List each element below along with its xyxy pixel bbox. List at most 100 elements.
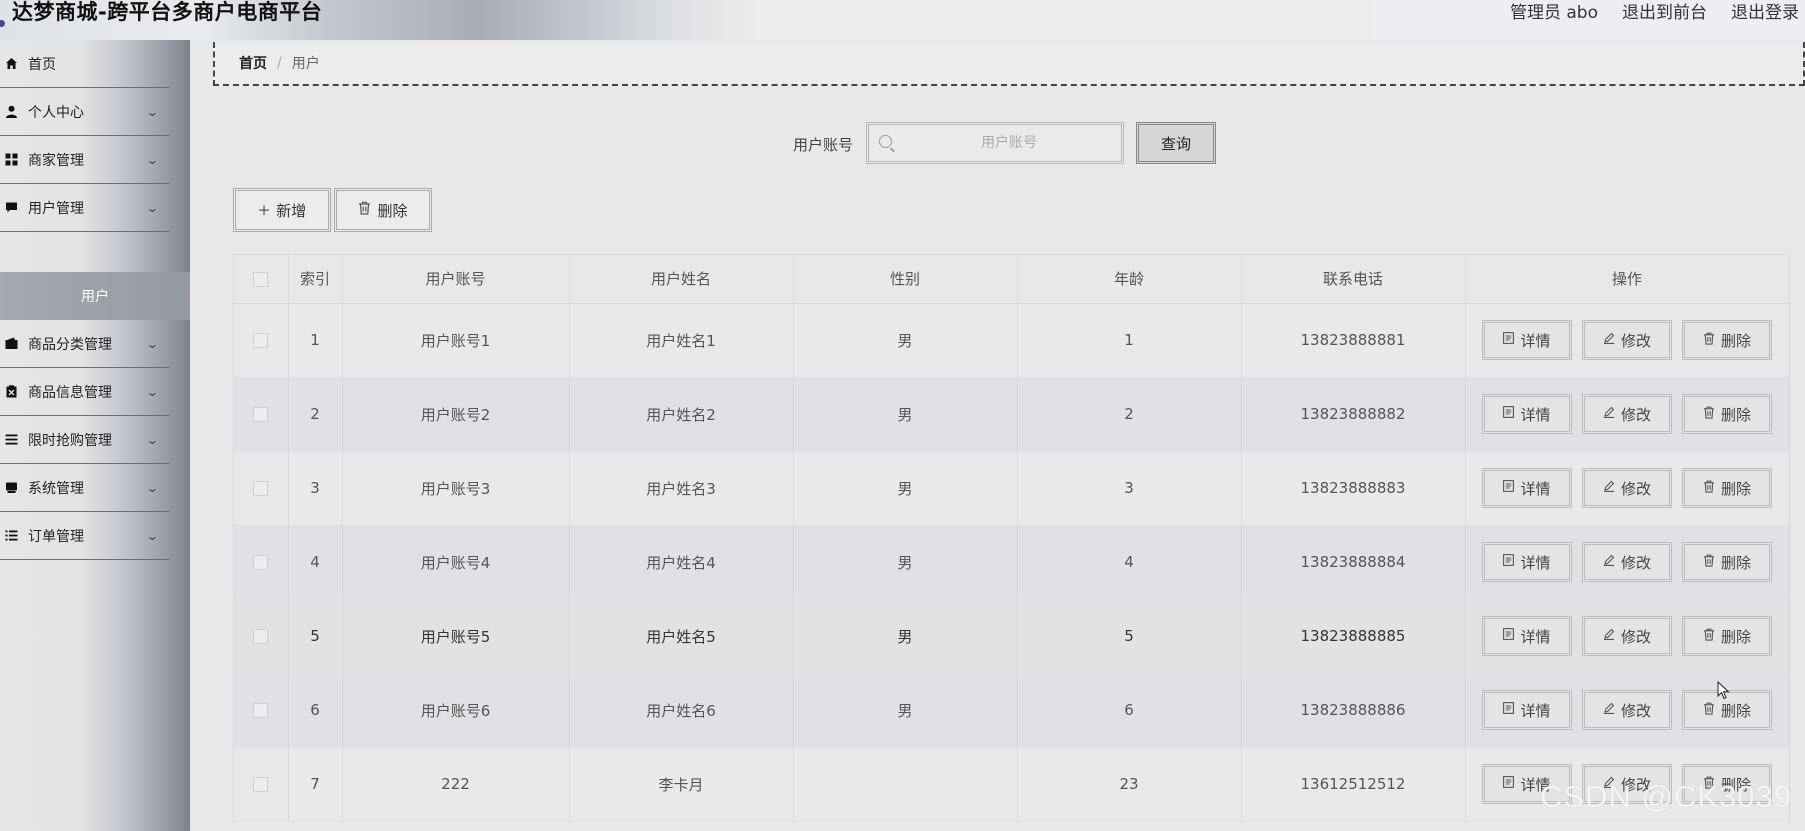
- cell-age: 6: [1017, 673, 1242, 748]
- delete-button[interactable]: 删除: [1682, 394, 1772, 434]
- delete-label: 删除: [1720, 479, 1751, 498]
- edit-button[interactable]: 修改: [1582, 320, 1672, 360]
- cell-phone: 13823888882: [1241, 377, 1466, 452]
- batch-delete-button[interactable]: 删除: [334, 188, 432, 232]
- sidebar-item-personal-center[interactable]: 个人中心 ⌄: [0, 88, 170, 136]
- list-icon: [4, 433, 18, 447]
- column-header: 操作: [1465, 255, 1790, 304]
- delete-button[interactable]: 删除: [1682, 320, 1772, 360]
- sidebar-item-merchant[interactable]: 商家管理 ⌄: [0, 136, 170, 184]
- user-table: 索引 用户账号 用户姓名 性别 年龄 联系电话 操作 1 用户账号1 用户姓名1…: [233, 254, 1790, 822]
- sidebar-subitem-user[interactable]: 用户: [0, 272, 190, 320]
- delete-label: 删除: [1720, 405, 1751, 424]
- detail-button[interactable]: 详情: [1482, 690, 1572, 730]
- column-header: 用户账号: [342, 255, 570, 304]
- cell-operations: 详情 修改 删除: [1465, 599, 1790, 674]
- table-header-row: 索引 用户账号 用户姓名 性别 年龄 联系电话 操作: [234, 255, 1790, 304]
- row-checkbox[interactable]: [253, 333, 269, 348]
- list-icon: [4, 529, 18, 543]
- sidebar-item-orders[interactable]: 订单管理 ⌄: [0, 512, 170, 560]
- edit-button[interactable]: 修改: [1582, 468, 1672, 508]
- delete-button[interactable]: 删除: [1682, 542, 1772, 582]
- header-links: 管理员 abo 退出到前台 退出登录: [1510, 0, 1799, 23]
- sidebar-item-system[interactable]: 系统管理 ⌄: [0, 464, 170, 512]
- detail-button[interactable]: 详情: [1482, 394, 1572, 434]
- add-button-label: 新增: [276, 201, 307, 220]
- row-select-cell: [234, 599, 289, 674]
- cell-phone: 13823888884: [1241, 525, 1466, 600]
- edit-button[interactable]: 修改: [1582, 394, 1672, 434]
- detail-label: 详情: [1520, 701, 1551, 720]
- admin-user-label: 管理员 abo: [1509, 3, 1598, 23]
- edit-label: 修改: [1620, 701, 1651, 720]
- cell-index: 1: [288, 303, 343, 378]
- edit-button[interactable]: 修改: [1582, 542, 1672, 582]
- sidebar-item-label: 用户管理: [28, 200, 84, 217]
- detail-label: 详情: [1520, 405, 1551, 424]
- cell-name: 用户姓名2: [569, 377, 794, 452]
- cell-age: 4: [1017, 525, 1242, 600]
- cell-operations: 详情 修改 删除: [1465, 377, 1790, 452]
- cell-phone: 13823888886: [1241, 673, 1466, 748]
- sidebar-item-label: 系统管理: [28, 480, 84, 497]
- pencil-icon: [1603, 480, 1615, 496]
- row-checkbox[interactable]: [253, 703, 269, 718]
- edit-label: 修改: [1620, 627, 1651, 646]
- row-checkbox[interactable]: [253, 555, 269, 570]
- document-icon: [1503, 406, 1515, 422]
- pencil-icon: [1603, 332, 1615, 348]
- detail-button[interactable]: 详情: [1482, 320, 1572, 360]
- trash-icon: [1703, 628, 1715, 645]
- logo-icon: [0, 20, 5, 27]
- sidebar-item-user-management[interactable]: 用户管理 ⌄: [0, 184, 170, 232]
- query-button[interactable]: 查询: [1136, 122, 1216, 164]
- breadcrumb-home[interactable]: 首页: [239, 53, 267, 73]
- sidebar-item-category[interactable]: 商品分类管理 ⌄: [0, 320, 170, 368]
- cell-age: 23: [1017, 747, 1242, 822]
- row-select-cell: [234, 377, 289, 452]
- trash-icon: [358, 201, 371, 219]
- detail-button[interactable]: 详情: [1482, 468, 1572, 508]
- detail-label: 详情: [1520, 479, 1551, 498]
- search-label: 用户账号: [793, 136, 854, 154]
- edit-button[interactable]: 修改: [1582, 616, 1672, 656]
- delete-button[interactable]: 删除: [1682, 468, 1772, 508]
- add-button[interactable]: + 新增: [233, 188, 331, 232]
- logout-link[interactable]: 退出登录: [1731, 0, 1799, 23]
- sidebar-item-home[interactable]: 首页: [0, 40, 170, 88]
- breadcrumb-current: 用户: [291, 56, 320, 72]
- detail-label: 详情: [1520, 553, 1551, 572]
- chevron-down-icon: ⌄: [145, 152, 160, 167]
- edit-button[interactable]: 修改: [1582, 690, 1672, 730]
- row-checkbox[interactable]: [253, 777, 269, 792]
- cell-name: 用户姓名5: [569, 599, 794, 674]
- chevron-up-icon: ⌄: [145, 200, 160, 215]
- top-header: 达梦商城-跨平台多商户电商平台 管理员 abo 退出到前台 退出登录: [0, 0, 1805, 40]
- detail-button[interactable]: 详情: [1482, 542, 1572, 582]
- row-select-cell: [234, 525, 289, 600]
- row-checkbox[interactable]: [253, 407, 269, 422]
- row-checkbox[interactable]: [253, 629, 269, 644]
- row-checkbox[interactable]: [253, 481, 269, 496]
- column-header: 性别: [793, 255, 1018, 304]
- chevron-down-icon: ⌄: [145, 336, 160, 351]
- exit-to-frontend-link[interactable]: 退出到前台: [1622, 0, 1707, 23]
- sidebar-item-flash-sale[interactable]: 限时抢购管理 ⌄: [0, 416, 170, 464]
- search-input[interactable]: [899, 125, 1119, 161]
- home-icon: [4, 57, 18, 71]
- cell-account: 用户账号5: [342, 599, 570, 674]
- document-icon: [1503, 480, 1515, 496]
- clipboard-icon: [4, 385, 18, 399]
- select-all-checkbox[interactable]: [253, 271, 269, 287]
- delete-button[interactable]: 删除: [1682, 616, 1772, 656]
- sidebar-item-product-info[interactable]: 商品信息管理 ⌄: [0, 368, 170, 416]
- cell-account: 用户账号3: [342, 451, 570, 526]
- table-row: 4 用户账号4 用户姓名4 男 4 13823888884 详情 修改 删除: [234, 525, 1790, 600]
- cell-operations: 详情 修改 删除: [1465, 673, 1790, 748]
- edit-label: 修改: [1620, 405, 1651, 424]
- grid-icon: [4, 153, 18, 167]
- cell-phone: 13612512512: [1241, 747, 1466, 822]
- select-all-cell: [234, 255, 289, 304]
- cell-name: 用户姓名1: [569, 303, 794, 378]
- detail-button[interactable]: 详情: [1482, 616, 1572, 656]
